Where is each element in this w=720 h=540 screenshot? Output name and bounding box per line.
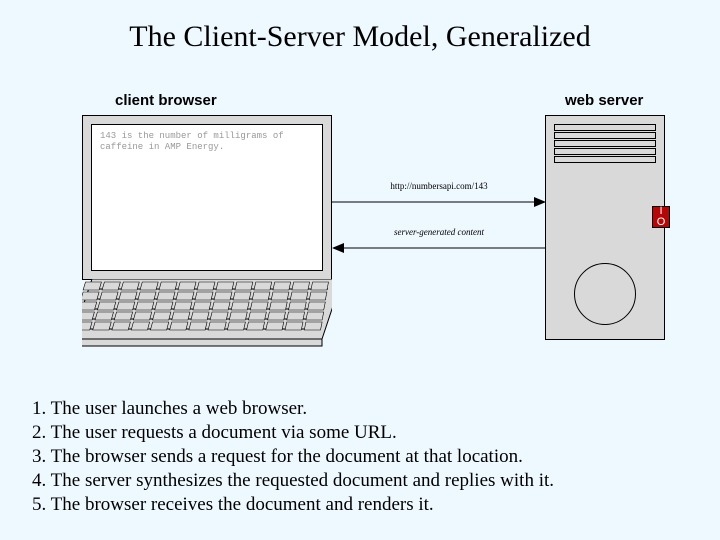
server-label: web server bbox=[565, 92, 643, 109]
response-arrow-icon bbox=[332, 242, 546, 254]
step-item: 3. The browser sends a request for the d… bbox=[32, 445, 688, 469]
client-label: client browser bbox=[115, 92, 217, 109]
io-badge: I O bbox=[652, 206, 670, 228]
disk-icon bbox=[574, 263, 636, 325]
request-arrow-label: http://numbersapi.com/143 bbox=[332, 181, 546, 191]
laptop-screen-content: 143 is the number of milligrams of caffe… bbox=[91, 124, 323, 271]
steps-list: 1. The user launches a web browser. 2. T… bbox=[32, 397, 688, 517]
step-item: 5. The browser receives the document and… bbox=[32, 493, 688, 517]
response-arrow-label: server-generated content bbox=[332, 227, 546, 237]
step-item: 1. The user launches a web browser. bbox=[32, 397, 688, 421]
laptop-keyboard-icon bbox=[82, 279, 332, 347]
step-item: 4. The server synthesizes the requested … bbox=[32, 469, 688, 493]
step-item: 2. The user requests a document via some… bbox=[32, 421, 688, 445]
laptop-icon: 143 is the number of milligrams of caffe… bbox=[82, 115, 332, 347]
drive-bays-icon bbox=[554, 124, 656, 164]
slide-title: The Client-Server Model, Generalized bbox=[0, 20, 720, 54]
laptop-screen-bezel: 143 is the number of milligrams of caffe… bbox=[82, 115, 332, 280]
server-tower-icon: I O bbox=[545, 115, 665, 340]
io-badge-line2: O bbox=[653, 217, 669, 228]
request-arrow-icon bbox=[332, 196, 546, 208]
